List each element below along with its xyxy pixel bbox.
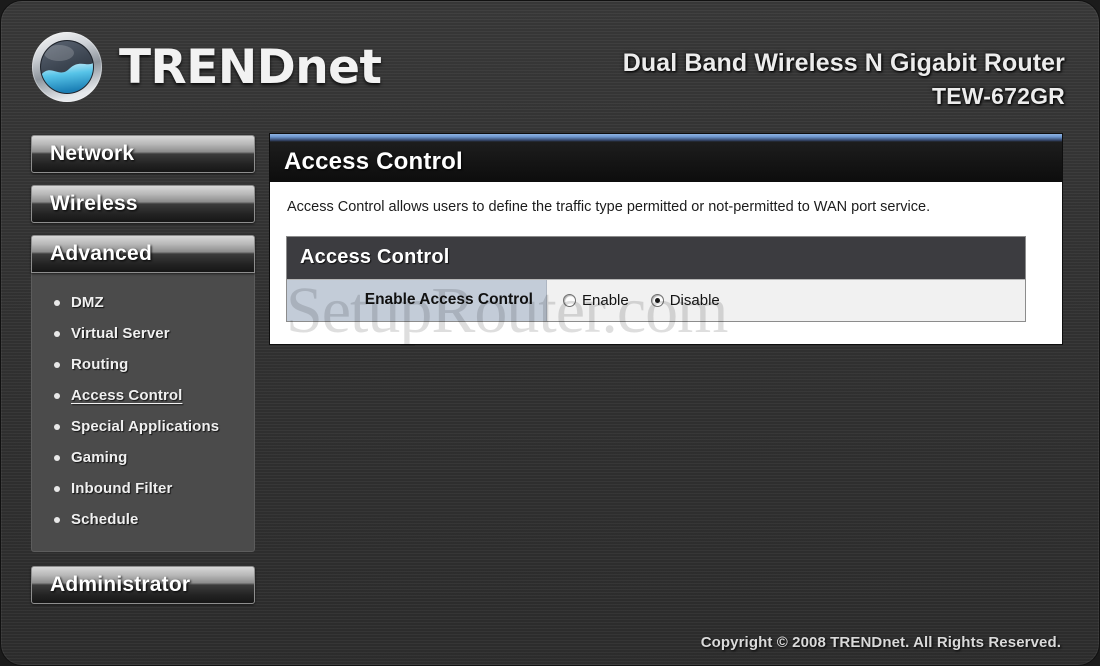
section-title: Access Control — [300, 246, 450, 269]
bullet-icon — [54, 516, 60, 523]
bullet-icon — [54, 392, 60, 399]
sidebar-submenu-advanced: DMZ Virtual Server Routing Access Contro… — [31, 273, 255, 552]
panel-title-bar: Access Control — [270, 142, 1062, 182]
bullet-icon — [54, 361, 60, 368]
trendnet-globe-icon — [32, 32, 102, 102]
section-header: Access Control — [287, 236, 1025, 279]
product-identity: Dual Band Wireless N Gigabit Router TEW-… — [623, 49, 1065, 110]
sidebar-nav: Network Wireless Advanced DMZ Virtual Se… — [31, 135, 255, 616]
radio-icon[interactable] — [563, 293, 576, 307]
sidebar-item-label: Access Control — [71, 387, 183, 404]
sidebar-item-access-control[interactable]: Access Control — [32, 380, 254, 411]
sidebar-item-dmz[interactable]: DMZ — [32, 287, 254, 318]
panel-accent-strip — [270, 134, 1062, 142]
sidebar-item-wireless[interactable]: Wireless — [31, 185, 255, 223]
sidebar-item-label: Virtual Server — [71, 325, 170, 342]
radio-option-disable[interactable]: Disable — [650, 291, 720, 309]
product-name: Dual Band Wireless N Gigabit Router — [622, 49, 1065, 77]
sidebar-item-inbound-filter[interactable]: Inbound Filter — [32, 473, 254, 504]
page-description: Access Control allows users to define th… — [287, 199, 931, 215]
page-title: Access Control — [284, 148, 463, 175]
router-admin-window: TRENDnet Dual Band Wireless N Gigabit Ro… — [0, 0, 1100, 666]
sidebar-item-special-applications[interactable]: Special Applications — [32, 411, 254, 442]
form-row-enable-access-control: Enable Access Control Enable Disable — [287, 278, 1025, 321]
sidebar-item-label: Advanced — [50, 242, 152, 265]
sidebar-item-label: Administrator — [50, 573, 191, 596]
sidebar-item-schedule[interactable]: Schedule — [32, 504, 254, 535]
sidebar-item-virtual-server[interactable]: Virtual Server — [32, 318, 254, 349]
sidebar-item-routing[interactable]: Routing — [32, 349, 254, 380]
brand-wordmark: TRENDnet — [119, 44, 382, 91]
bullet-icon — [54, 485, 60, 492]
sidebar-item-network[interactable]: Network — [31, 135, 255, 173]
sidebar-item-label: Routing — [71, 356, 129, 373]
page-header: TRENDnet Dual Band Wireless N Gigabit Ro… — [1, 1, 1100, 123]
sidebar-item-label: DMZ — [71, 294, 104, 311]
access-control-section: Access Control Enable Access Control Ena… — [286, 235, 1026, 322]
sidebar-item-label: Wireless — [50, 192, 138, 215]
bullet-icon — [54, 423, 60, 430]
sidebar-item-label: Special Applications — [71, 418, 220, 435]
sidebar-item-advanced[interactable]: Advanced — [31, 235, 255, 273]
panel-body: Access Control allows users to define th… — [270, 182, 1062, 344]
bullet-icon — [54, 330, 60, 337]
sidebar-item-label: Network — [50, 142, 135, 165]
model-number: TEW-672GR — [932, 83, 1065, 109]
main-content-panel: Access Control Access Control allows use… — [269, 133, 1063, 345]
sidebar-item-label: Inbound Filter — [71, 480, 173, 497]
sidebar-item-label: Gaming — [71, 449, 128, 466]
bullet-icon — [54, 454, 60, 461]
footer-copyright: Copyright © 2008 TRENDnet. All Rights Re… — [700, 634, 1061, 651]
sidebar-item-administrator[interactable]: Administrator — [31, 566, 255, 604]
brand-name-upper: TREND — [119, 39, 296, 95]
form-label: Enable Access Control — [287, 279, 547, 321]
brand-name-lower: net — [295, 39, 382, 95]
brand-logo[interactable]: TRENDnet — [29, 29, 382, 105]
radio-option-enable[interactable]: Enable — [563, 292, 629, 309]
radio-label: Enable — [582, 291, 629, 309]
sidebar-item-gaming[interactable]: Gaming — [32, 442, 254, 473]
sidebar-item-label: Schedule — [71, 511, 139, 528]
bullet-icon — [54, 299, 60, 306]
radio-icon[interactable] — [650, 293, 664, 307]
radio-label: Disable — [669, 291, 720, 309]
form-value: Enable Disable — [547, 280, 1025, 321]
